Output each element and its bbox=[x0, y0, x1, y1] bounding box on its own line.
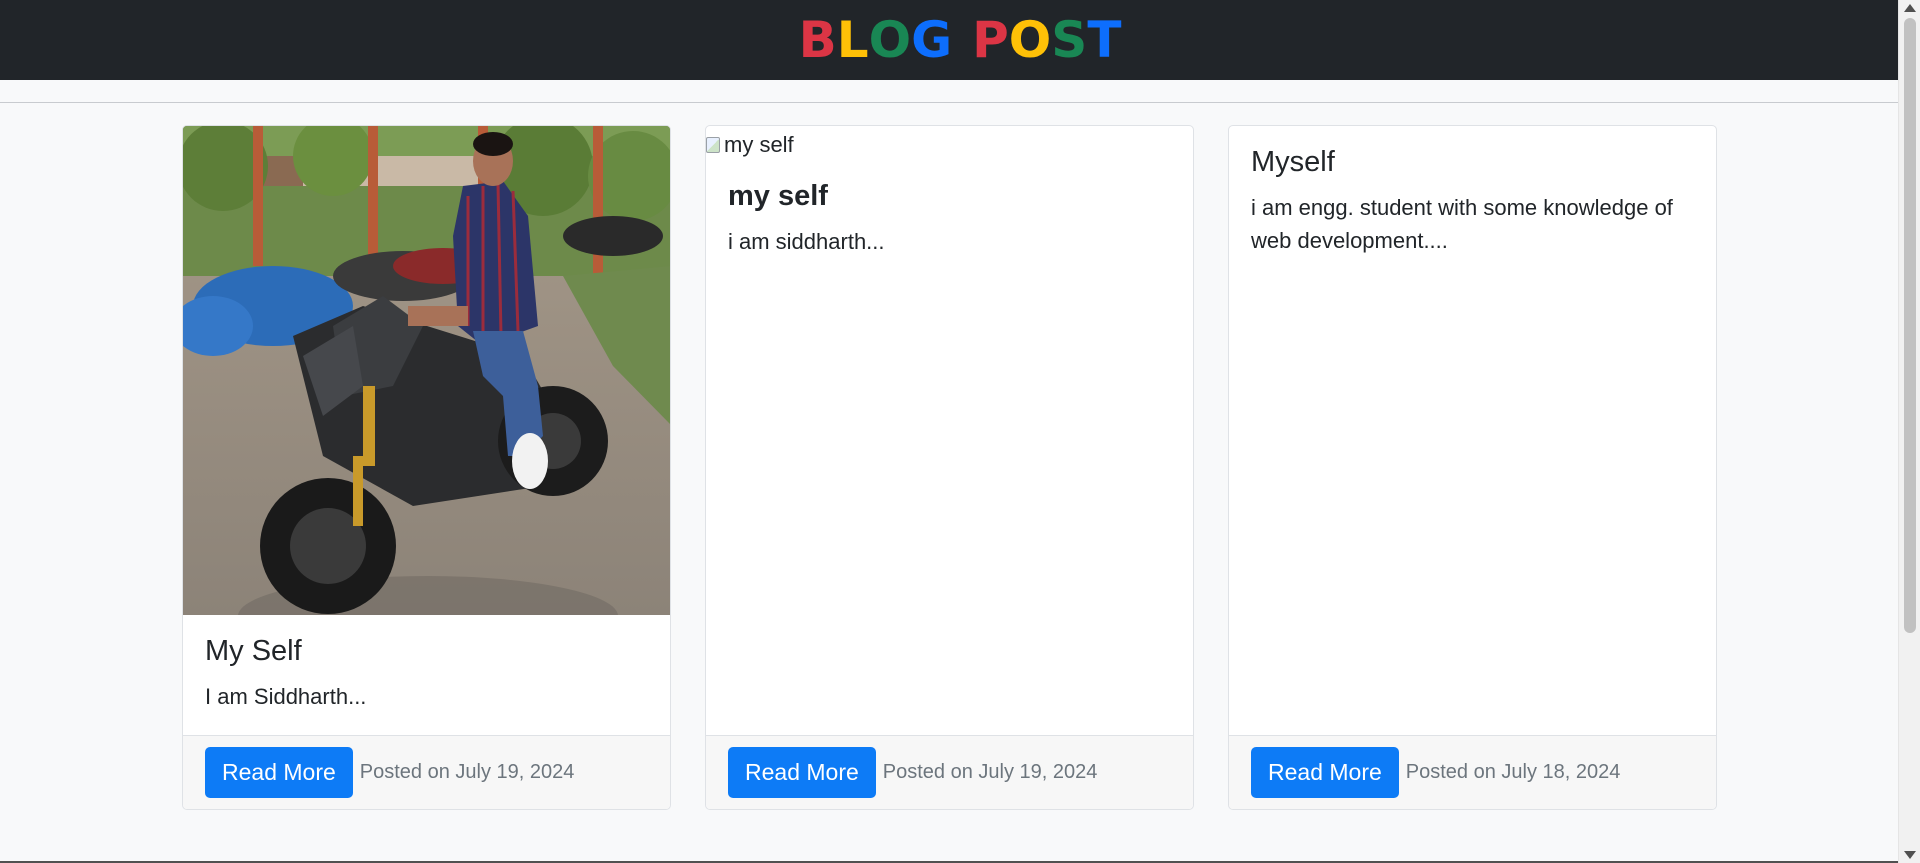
card-body: My Self I am Siddharth... bbox=[183, 615, 670, 735]
image-alt-text: my self bbox=[724, 132, 794, 157]
navbar: BLOGPOST bbox=[0, 0, 1920, 80]
scroll-down-arrow-icon[interactable] bbox=[1904, 851, 1916, 859]
brand-letter: O bbox=[868, 11, 912, 69]
motorcycle-photo bbox=[183, 126, 670, 615]
post-title: Myself bbox=[1251, 146, 1335, 178]
card-footer: Read More Posted on July 19, 2024 bbox=[183, 735, 670, 809]
read-more-button[interactable]: Read More bbox=[205, 747, 353, 798]
brand-space bbox=[952, 11, 972, 69]
broken-image-icon bbox=[706, 137, 720, 153]
posted-date: Posted on July 19, 2024 bbox=[359, 761, 575, 783]
brand-letter: L bbox=[836, 11, 869, 69]
post-title: my self bbox=[728, 180, 828, 212]
posted-date: Posted on July 18, 2024 bbox=[1405, 761, 1621, 783]
posted-date: Posted on July 19, 2024 bbox=[882, 761, 1098, 783]
brand-letter: B bbox=[798, 11, 837, 69]
post-excerpt: i am siddharth... bbox=[728, 229, 885, 254]
post-title: My Self bbox=[205, 635, 302, 667]
vertical-scrollbar[interactable] bbox=[1898, 0, 1920, 863]
scroll-up-arrow-icon[interactable] bbox=[1904, 4, 1916, 12]
post-excerpt: I am Siddharth... bbox=[205, 684, 367, 709]
post-list: My Self I am Siddharth... Read More Post… bbox=[182, 125, 1718, 810]
post-card: my self my self i am siddharth... Read M… bbox=[705, 125, 1194, 810]
card-body: Myself i am engg. student with some know… bbox=[1229, 126, 1716, 735]
scroll-thumb[interactable] bbox=[1904, 18, 1916, 633]
brand-title[interactable]: BLOGPOST bbox=[799, 11, 1122, 69]
post-card: My Self I am Siddharth... Read More Post… bbox=[182, 125, 671, 810]
card-footer: Read More Posted on July 18, 2024 bbox=[1229, 735, 1716, 809]
card-footer: Read More Posted on July 19, 2024 bbox=[706, 735, 1193, 809]
brand-letter: G bbox=[911, 11, 953, 69]
brand-letter: O bbox=[1008, 11, 1052, 69]
card-body: my self i am siddharth... bbox=[706, 162, 1193, 735]
divider bbox=[0, 102, 1898, 103]
read-more-button[interactable]: Read More bbox=[1251, 747, 1399, 798]
post-excerpt: i am engg. student with some knowledge o… bbox=[1251, 195, 1673, 253]
post-card: Myself i am engg. student with some know… bbox=[1228, 125, 1717, 810]
read-more-button[interactable]: Read More bbox=[728, 747, 876, 798]
post-image bbox=[183, 126, 670, 615]
post-image-broken: my self bbox=[706, 126, 1193, 162]
brand-letter: S bbox=[1051, 11, 1088, 69]
brand-letter: P bbox=[972, 11, 1009, 69]
brand-letter: T bbox=[1087, 11, 1122, 69]
